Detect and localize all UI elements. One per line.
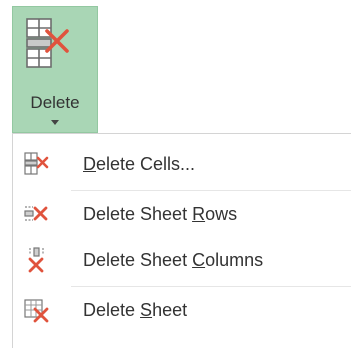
delete-ribbon-button[interactable]: Delete xyxy=(12,6,98,133)
delete-columns-icon xyxy=(28,247,44,273)
delete-rows-icon xyxy=(24,206,48,221)
menu-item-label: Delete Sheet Columns xyxy=(83,250,264,270)
delete-dropdown-screenshot: Delete Delete Cells... Delete Sheet Rows… xyxy=(0,0,351,348)
menu-item-label: Delete Cells... xyxy=(83,154,196,174)
menu-divider xyxy=(71,286,351,287)
menu-divider xyxy=(71,190,351,191)
menu-item-label: Delete Sheet Rows xyxy=(83,204,238,224)
menu-item-delete-sheet-rows[interactable]: Delete Sheet Rows xyxy=(13,192,351,238)
menu-item-delete-sheet-columns[interactable]: Delete Sheet Columns xyxy=(13,238,351,284)
delete-cells-icon xyxy=(24,152,49,175)
chevron-down-icon xyxy=(51,120,59,125)
delete-dropdown-menu: Delete Cells... Delete Sheet Rows Delete… xyxy=(12,133,351,348)
menu-item-delete-sheet[interactable]: Delete Sheet xyxy=(13,288,351,334)
menu-item-delete-cells[interactable]: Delete Cells... xyxy=(13,142,351,188)
menu-item-label: Delete Sheet xyxy=(83,300,188,320)
delete-cells-icon xyxy=(26,18,69,68)
delete-sheet-icon xyxy=(24,299,49,323)
delete-button-label: Delete xyxy=(30,93,80,112)
